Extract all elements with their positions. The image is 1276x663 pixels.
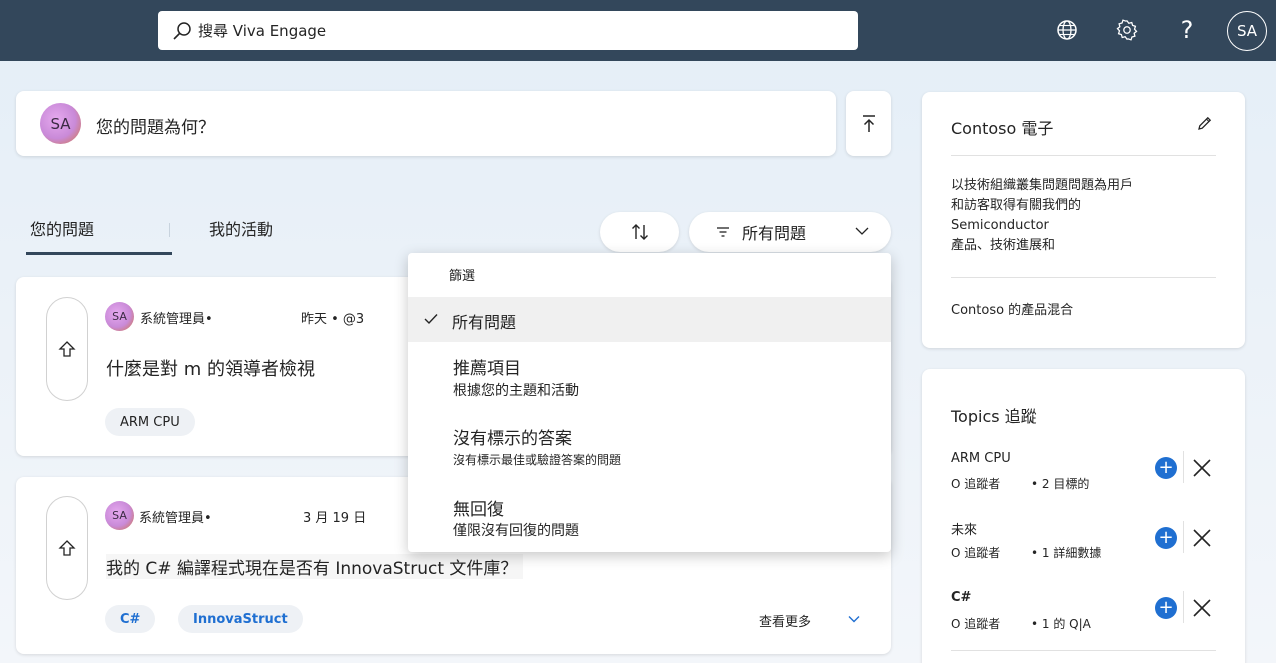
dismiss-icon[interactable] [1191, 457, 1213, 479]
dismiss-icon[interactable] [1191, 597, 1213, 619]
topics-card: Topics 追蹤 ARM CPU O 追蹤者 • 2 目標的 + 未來 O 追… [922, 369, 1245, 663]
tab-my-activity[interactable]: 我的活動 [209, 216, 273, 240]
description-line: Semiconductor [951, 218, 1049, 233]
checkmark-icon [424, 314, 438, 325]
sort-button[interactable] [600, 212, 679, 252]
topic-tag[interactable]: ARM CPU [105, 408, 195, 436]
tab-separator [169, 223, 170, 237]
sort-arrows-icon [631, 224, 648, 240]
topic-row: 未來 O 追蹤者 • 1 詳細數據 + [951, 519, 1217, 569]
globe-icon[interactable] [1051, 14, 1083, 46]
help-icon[interactable]: ? [1171, 14, 1203, 46]
chevron-down-icon[interactable] [848, 615, 860, 623]
topic-followers: O 追蹤者 [951, 477, 1001, 491]
divider [1183, 521, 1184, 553]
topic-row: C# O 追蹤者 • 1 的 Q|A + [951, 590, 1217, 640]
filter-selected-label: 所有問題 [742, 224, 807, 243]
active-tab-indicator [26, 252, 172, 255]
author-avatar[interactable]: SA [105, 501, 134, 530]
topic-name[interactable]: C# [951, 590, 971, 605]
divider [951, 277, 1216, 278]
scroll-top-button[interactable] [846, 91, 891, 156]
top-bar: ? SA [0, 0, 1276, 61]
description-line: 和訪客取得有關我們的 [951, 198, 1082, 213]
composer-prompt[interactable]: 您的問題為何？ [96, 113, 215, 138]
question-title[interactable]: 什麼是對 m 的領導者檢視 [106, 355, 315, 381]
author-name[interactable]: 系統管理員• [140, 308, 213, 327]
follow-plus-icon[interactable]: + [1155, 527, 1177, 549]
community-card: Contoso 電子 以技術組織叢集問題問題為用戶 和訪客取得有關我們的 Sem… [922, 92, 1245, 348]
upvote-button[interactable] [46, 496, 88, 600]
question-title[interactable]: 我的 C# 編譯程式現在是否有 InnovaStruct 文件庫？ [106, 554, 524, 579]
divider [951, 650, 1216, 651]
follow-plus-icon[interactable]: + [1155, 597, 1177, 619]
upvote-arrow-icon [58, 341, 76, 357]
divider [951, 155, 1216, 156]
post-meta: 昨天 • @3 [301, 312, 365, 327]
topic-name[interactable]: 未來 [951, 519, 977, 538]
topics-title: Topics 追蹤 [951, 407, 1037, 426]
topic-followers: O 追蹤者 [951, 617, 1001, 631]
community-name[interactable]: Contoso 電子 [951, 115, 1053, 139]
divider [1183, 451, 1184, 483]
user-avatar[interactable]: SA [1227, 11, 1267, 51]
community-link[interactable]: Contoso 的產品混合 [951, 299, 1073, 318]
filter-option-recommended[interactable]: 推薦項目 根據您的主題和活動 [408, 350, 891, 406]
upvote-arrow-icon [58, 540, 76, 556]
filter-menu-heading: 篩選 [449, 269, 476, 284]
follow-plus-icon[interactable]: + [1155, 457, 1177, 479]
filter-option-all[interactable]: 所有問題 [408, 297, 891, 342]
filter-option-description: 僅限沒有回復的問題 [453, 523, 579, 539]
topic-stat: • 1 詳細數據 [1031, 546, 1102, 560]
see-more-link[interactable]: 查看更多 [759, 611, 811, 630]
post-meta: 3 月 19 日 [303, 511, 367, 526]
filter-option-label: 沒有標示的答案 [453, 429, 572, 449]
community-description: 以技術組織叢集問題問題為用戶 和訪客取得有關我們的 Semiconductor … [951, 176, 1133, 256]
author-avatar[interactable]: SA [105, 302, 134, 331]
filter-option-no-replies[interactable]: 無回復 僅限沒有回復的問題 [408, 491, 891, 547]
topic-tag[interactable]: InnovaStruct [178, 605, 303, 633]
filter-dropdown-button[interactable]: 所有問題 [689, 212, 891, 252]
filter-option-unmarked-answers[interactable]: 沒有標示的答案 沒有標示最佳或驗證答案的問題 [408, 420, 891, 476]
filter-option-description: 根據您的主題和活動 [453, 383, 579, 399]
question-composer[interactable]: SA 您的問題為何？ [16, 91, 836, 156]
divider [1183, 591, 1184, 623]
search-box[interactable] [158, 11, 858, 50]
topic-stat: • 2 目標的 [1031, 477, 1090, 491]
filter-option-label: 所有問題 [452, 313, 517, 332]
topic-followers: O 追蹤者 [951, 546, 1001, 560]
composer-avatar: SA [40, 103, 81, 144]
filter-option-label: 無回復 [453, 500, 504, 520]
edit-pencil-icon[interactable] [1196, 115, 1213, 132]
description-line: 以技術組織叢集問題問題為用戶 [951, 178, 1134, 193]
filter-icon [717, 227, 729, 237]
filter-menu: 篩選 所有問題 推薦項目 根據您的主題和活動 沒有標示的答案 沒有標示最佳或驗證… [408, 253, 891, 552]
topic-stat: • 1 的 Q|A [1031, 617, 1091, 631]
tab-your-questions[interactable]: 您的問題 [30, 216, 94, 240]
search-input[interactable] [198, 21, 798, 40]
topic-tag[interactable]: C# [105, 605, 156, 633]
upvote-button[interactable] [46, 297, 88, 401]
gear-icon[interactable] [1111, 14, 1143, 46]
filter-option-label: 推薦項目 [453, 359, 521, 379]
description-line: 產品、技術進展和 [951, 238, 1056, 253]
chevron-down-icon [855, 227, 869, 235]
dismiss-icon[interactable] [1191, 527, 1213, 549]
search-icon [173, 21, 191, 40]
filter-option-description: 沒有標示最佳或驗證答案的問題 [453, 453, 622, 467]
author-name[interactable]: 系統管理員• [139, 507, 212, 526]
topic-row: ARM CPU O 追蹤者 • 2 目標的 + [951, 451, 1217, 501]
arrow-up-to-top-icon [862, 114, 875, 132]
topic-name[interactable]: ARM CPU [951, 451, 1011, 466]
